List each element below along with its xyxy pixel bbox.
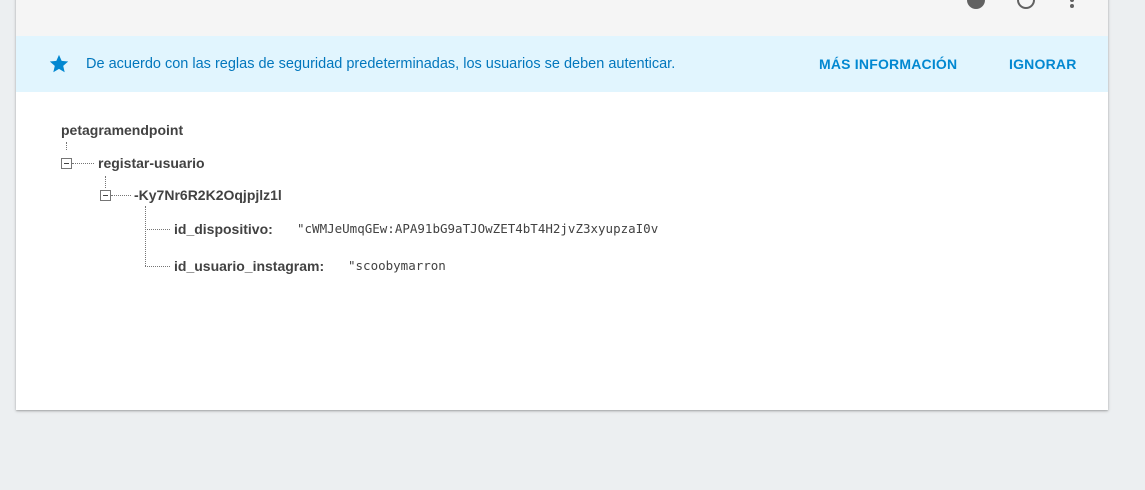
collapse-toggle-push-key[interactable] bbox=[100, 190, 111, 201]
tree-connector bbox=[111, 195, 131, 196]
history-icon[interactable] bbox=[1016, 0, 1036, 10]
security-rules-banner: De acuerdo con las reglas de seguridad p… bbox=[16, 36, 1108, 92]
collapse-toggle-registar-usuario[interactable] bbox=[61, 158, 72, 169]
tree-connector bbox=[72, 163, 94, 164]
field-value-id-usuario-instagram[interactable]: "scoobymarron bbox=[348, 257, 648, 275]
tree-connector bbox=[105, 176, 106, 188]
more-vert-icon[interactable] bbox=[1062, 0, 1082, 10]
database-toolbar bbox=[16, 0, 1108, 37]
learn-more-button[interactable]: MÁS INFORMACIÓN bbox=[819, 36, 957, 92]
tree-connector bbox=[66, 142, 67, 150]
field-key-id-dispositivo[interactable]: id_dispositivo: bbox=[174, 220, 273, 238]
banner-message: De acuerdo con las reglas de seguridad p… bbox=[86, 56, 676, 72]
data-tree: petagramendpoint registar-usuario -Ky7Nr… bbox=[16, 92, 1108, 410]
field-value-id-dispositivo[interactable]: "cWMJeUmqGEw:APA91bG9aTJOwZET4bT4H2jvZ3x… bbox=[297, 220, 777, 238]
tree-connector bbox=[145, 229, 170, 230]
tree-node-push-key[interactable]: -Ky7Nr6R2K2Oqjpjlz1l bbox=[134, 186, 282, 204]
star-icon bbox=[49, 54, 69, 73]
database-card: De acuerdo con las reglas de seguridad p… bbox=[16, 0, 1108, 410]
tree-node-registar-usuario[interactable]: registar-usuario bbox=[98, 154, 205, 172]
dismiss-button[interactable]: IGNORAR bbox=[1009, 36, 1077, 92]
tree-root-node[interactable]: petagramendpoint bbox=[61, 121, 183, 139]
tree-connector bbox=[145, 266, 170, 267]
field-key-id-usuario-instagram[interactable]: id_usuario_instagram: bbox=[174, 257, 324, 275]
help-icon[interactable] bbox=[966, 0, 986, 10]
database-url[interactable] bbox=[22, 0, 362, 8]
tree-connector bbox=[145, 206, 146, 266]
